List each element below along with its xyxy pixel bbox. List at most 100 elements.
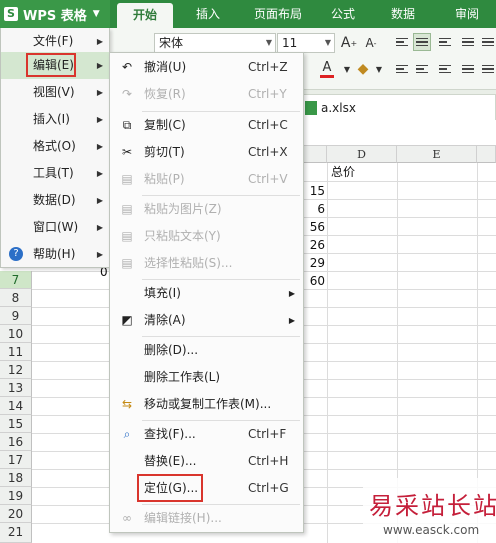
justify-icon[interactable] [459,60,477,78]
row-header-9[interactable]: 9 [0,307,32,325]
menu-item-redo: ↷ 恢复(R) Ctrl+Y [110,82,303,107]
column-header-c[interactable] [303,146,327,163]
menu-item-paste-text-only: ▤ 只粘贴文本(Y) [110,224,303,249]
tab-review[interactable]: 审阅 [442,0,492,28]
row-header-20[interactable]: 20 [0,505,32,523]
menu-item-tools[interactable]: 工具(T) ▶ [1,160,109,187]
menu-item-undo[interactable]: ↶ 撤消(U) Ctrl+Z [110,55,303,80]
tab-data[interactable]: 数据 [378,0,428,28]
align-center-icon[interactable] [413,60,431,78]
row-header-17[interactable]: 17 [0,451,32,469]
tab-page-layout[interactable]: 页面布局 [240,0,316,28]
menu-item-label: 撤消(U) [144,60,187,74]
align-top-icon[interactable] [393,33,411,51]
paste-special-icon: ▤ [121,256,133,270]
menu-item-label: 帮助(H) [33,247,76,261]
watermark-title: 易采站长站 [369,492,496,520]
menu-item-insert[interactable]: 插入(I) ▶ [1,106,109,133]
menu-item-file[interactable]: 文件(F) ▶ [1,28,109,55]
menu-item-fill[interactable]: 填充(I) ▶ [110,281,303,306]
row-header-16[interactable]: 16 [0,433,32,451]
cell-c3[interactable]: 6 [305,200,325,218]
menu-item-label: 粘贴(P) [144,172,185,186]
redo-icon: ↷ [121,87,133,101]
menu-item-label: 选择性粘贴(S)... [144,256,233,270]
shortcut-label: Ctrl+C [248,118,288,132]
font-color-button[interactable]: A [318,60,336,78]
cell-c6[interactable]: 29 [305,254,325,272]
document-tab[interactable]: a.xlsx [300,94,496,120]
tab-formulas[interactable]: 公式 [318,0,368,28]
menu-item-find[interactable]: ⌕ 查找(F)... Ctrl+F [110,422,303,447]
document-tab-label: a.xlsx [321,100,356,115]
find-icon: ⌕ [123,427,131,441]
menu-item-view[interactable]: 视图(V) ▶ [1,79,109,106]
shrink-font-icon: A [365,36,374,50]
menu-item-data[interactable]: 数据(D) ▶ [1,187,109,214]
highlight-box-edit [26,53,76,77]
font-size-select[interactable]: 11 ▼ [277,33,335,53]
grow-font-button[interactable]: A + [340,34,358,52]
cell-d1[interactable]: 总价 [331,163,355,181]
chevron-right-icon: ▶ [96,169,103,178]
menu-item-delete-sheet[interactable]: 删除工作表(L) [110,365,303,390]
menu-item-label: 填充(I) [144,286,181,300]
cell-c5[interactable]: 26 [305,236,325,254]
chevron-down-icon: ▼ [92,9,100,19]
decrease-indent-icon[interactable] [459,33,477,51]
menu-item-paste-as-image: ▤ 粘贴为图片(Z) [110,197,303,222]
cell-c4[interactable]: 56 [305,218,325,236]
chevron-right-icon: ▶ [96,115,103,124]
font-name-value: 宋体 [159,36,184,50]
column-header-d[interactable]: D [327,146,397,163]
menu-item-move-copy-sheet[interactable]: ⇆ 移动或复制工作表(M)... [110,392,303,417]
menu-item-label: 查找(F)... [144,427,196,441]
row-header-12[interactable]: 12 [0,361,32,379]
menu-item-replace[interactable]: 替换(E)... Ctrl+H [110,449,303,474]
column-header-e[interactable]: E [397,146,477,163]
menu-item-label: 移动或复制工作表(M)... [144,397,272,411]
row-header-13[interactable]: 13 [0,379,32,397]
font-color-swatch [320,75,334,78]
row-header-18[interactable]: 18 [0,469,32,487]
menu-item-help[interactable]: ? 帮助(H) ▶ [1,241,109,268]
cell-c2[interactable]: 15 [305,182,325,200]
increase-indent-icon[interactable] [479,33,496,51]
menu-item-window[interactable]: 窗口(W) ▶ [1,214,109,241]
row-header-8[interactable]: 8 [0,289,32,307]
menu-item-format[interactable]: 格式(O) ▶ [1,133,109,160]
chevron-right-icon: ▶ [96,196,103,205]
menu-item-delete[interactable]: 删除(D)... [110,338,303,363]
shrink-font-button[interactable]: A- [362,34,380,52]
cell-c7[interactable]: 60 [305,272,325,290]
tab-insert[interactable]: 插入 [180,0,236,28]
align-left-icon[interactable] [393,60,411,78]
menu-item-label: 粘贴为图片(Z) [144,202,222,216]
wps-app-menu-button[interactable]: S WPS 表格 ▼ [0,0,110,28]
chevron-down-icon[interactable]: ▼ [370,60,388,78]
shortcut-label: Ctrl+F [248,427,287,441]
row-header-21[interactable]: 21 [0,523,32,543]
tab-home[interactable]: 开始 [117,3,173,28]
menu-item-label: 删除工作表(L) [144,370,221,384]
menu-item-label: 工具(T) [33,166,74,180]
menu-item-label: 窗口(W) [33,220,79,234]
align-bottom-icon[interactable] [436,33,454,51]
font-name-select[interactable]: 宋体 ▼ [154,33,276,53]
align-middle-icon[interactable] [413,33,431,51]
row-header-11[interactable]: 11 [0,343,32,361]
column-header-f[interactable] [477,146,496,163]
app-menu-label: WPS 表格 [23,8,87,24]
distributed-icon[interactable] [479,60,496,78]
row-header-10[interactable]: 10 [0,325,32,343]
align-right-icon[interactable] [436,60,454,78]
menu-item-clear[interactable]: ◩ 清除(A) ▶ [110,308,303,333]
row-header-15[interactable]: 15 [0,415,32,433]
menu-item-cut[interactable]: ✂ 剪切(T) Ctrl+X [110,140,303,165]
grid-line [327,163,328,543]
menu-item-copy[interactable]: ⧉ 复制(C) Ctrl+C [110,113,303,138]
menu-item-label: 删除(D)... [144,343,199,357]
row-header-19[interactable]: 19 [0,487,32,505]
row-header-14[interactable]: 14 [0,397,32,415]
row-header-7[interactable]: 7 [0,271,32,289]
